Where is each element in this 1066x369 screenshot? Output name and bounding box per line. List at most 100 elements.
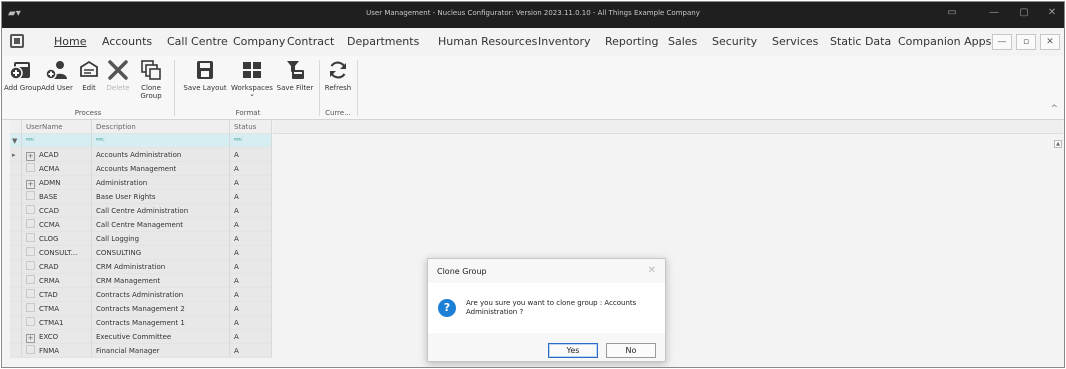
status-cell[interactable]: A <box>230 288 272 302</box>
username-cell[interactable]: + ACAD <box>22 148 92 162</box>
maximize-button[interactable]: ▢ <box>1014 7 1034 18</box>
status-cell[interactable]: A <box>230 330 272 344</box>
column-header-status[interactable]: Status <box>230 120 272 134</box>
table-row[interactable]: CRMA CRM Management A <box>10 274 272 288</box>
mdi-close-button[interactable]: ✕ <box>1040 34 1060 50</box>
description-cell[interactable]: Base User Rights <box>92 190 230 204</box>
mdi-minimize-button[interactable]: — <box>992 34 1012 50</box>
username-cell[interactable]: FNMA <box>22 344 92 358</box>
filter-status-input[interactable]: ᴿᴮᶜ <box>230 134 272 148</box>
filter-description-input[interactable]: ᴿᴮᶜ <box>92 134 230 148</box>
status-cell[interactable]: A <box>230 218 272 232</box>
username-cell[interactable]: + EXCO <box>22 330 92 344</box>
description-cell[interactable]: Contracts Management 2 <box>92 302 230 316</box>
menu-departments[interactable]: Departments <box>347 35 419 48</box>
collapse-ribbon-icon[interactable]: ^ <box>1050 104 1058 114</box>
column-header-username[interactable]: UserName <box>22 120 92 134</box>
description-cell[interactable]: CRM Management <box>92 274 230 288</box>
description-cell[interactable]: Contracts Management 1 <box>92 316 230 330</box>
restore-layout-icon[interactable]: ▭ <box>942 7 962 18</box>
refresh-button[interactable]: Refresh <box>322 58 354 102</box>
close-button[interactable]: ✕ <box>1042 7 1062 18</box>
username-cell[interactable]: CLOG <box>22 232 92 246</box>
status-cell[interactable]: A <box>230 162 272 176</box>
menu-inventory[interactable]: Inventory <box>538 35 591 48</box>
description-cell[interactable]: Call Logging <box>92 232 230 246</box>
add-user-button[interactable]: Add User <box>40 58 74 102</box>
add-group-button[interactable]: Add Group <box>4 58 41 102</box>
status-cell[interactable]: A <box>230 316 272 330</box>
column-header-description[interactable]: Description <box>92 120 230 134</box>
table-row[interactable]: CCAD Call Centre Administration A <box>10 204 272 218</box>
username-cell[interactable]: CTAD <box>22 288 92 302</box>
username-cell[interactable]: ACMA <box>22 162 92 176</box>
menu-companion-apps[interactable]: Companion Apps <box>898 35 991 48</box>
username-cell[interactable]: CRAD <box>22 260 92 274</box>
table-row[interactable]: CCMA Call Centre Management A <box>10 218 272 232</box>
description-cell[interactable]: Accounts Administration <box>92 148 230 162</box>
menu-security[interactable]: Security <box>712 35 757 48</box>
table-row[interactable]: ▸ + ACAD Accounts Administration A <box>10 148 272 162</box>
minimize-button[interactable]: — <box>984 7 1004 18</box>
status-cell[interactable]: A <box>230 232 272 246</box>
yes-button[interactable]: Yes <box>548 343 598 358</box>
username-cell[interactable]: CCAD <box>22 204 92 218</box>
table-row[interactable]: CLOG Call Logging A <box>10 232 272 246</box>
username-cell[interactable]: CCMA <box>22 218 92 232</box>
menu-services[interactable]: Services <box>772 35 818 48</box>
filter-username-input[interactable]: ᴿᴮᶜ <box>22 134 92 148</box>
description-cell[interactable]: Financial Manager <box>92 344 230 358</box>
status-cell[interactable]: A <box>230 204 272 218</box>
workspaces-dropdown[interactable]: Workspaces ⌄ <box>231 58 273 102</box>
app-menu-icon[interactable] <box>10 34 24 48</box>
username-cell[interactable]: + ADMN <box>22 176 92 190</box>
menu-reporting[interactable]: Reporting <box>605 35 658 48</box>
status-cell[interactable]: A <box>230 190 272 204</box>
description-cell[interactable]: Call Centre Management <box>92 218 230 232</box>
scroll-up-icon[interactable]: ▲ <box>1054 140 1062 148</box>
menu-contract[interactable]: Contract <box>287 35 334 48</box>
menu-accounts[interactable]: Accounts <box>102 35 152 48</box>
expand-icon[interactable]: + <box>26 334 35 343</box>
save-filter-button[interactable]: Save Filter <box>275 58 315 102</box>
description-cell[interactable]: Accounts Management <box>92 162 230 176</box>
description-cell[interactable]: CRM Administration <box>92 260 230 274</box>
menu-static-data[interactable]: Static Data <box>830 35 891 48</box>
table-row[interactable]: BASE Base User Rights A <box>10 190 272 204</box>
expand-icon[interactable]: + <box>26 152 35 161</box>
status-cell[interactable]: A <box>230 176 272 190</box>
table-row[interactable]: CRAD CRM Administration A <box>10 260 272 274</box>
table-row[interactable]: + EXCO Executive Committee A <box>10 330 272 344</box>
status-cell[interactable]: A <box>230 260 272 274</box>
menu-home[interactable]: Home <box>54 35 86 48</box>
menu-company[interactable]: Company <box>233 35 285 48</box>
username-cell[interactable]: BASE <box>22 190 92 204</box>
dialog-close-icon[interactable]: ✕ <box>648 265 656 276</box>
clone-group-button[interactable]: Clone Group <box>136 58 166 102</box>
status-cell[interactable]: A <box>230 302 272 316</box>
expand-icon[interactable]: + <box>26 180 35 189</box>
description-cell[interactable]: Contracts Administration <box>92 288 230 302</box>
table-row[interactable]: + ADMN Administration A <box>10 176 272 190</box>
username-cell[interactable]: CRMA <box>22 274 92 288</box>
table-row[interactable]: CTAD Contracts Administration A <box>10 288 272 302</box>
save-layout-button[interactable]: Save Layout <box>182 58 228 102</box>
no-button[interactable]: No <box>606 343 656 358</box>
mdi-restore-button[interactable]: ▫ <box>1016 34 1036 50</box>
status-cell[interactable]: A <box>230 344 272 358</box>
edit-button[interactable]: Edit <box>76 58 102 102</box>
description-cell[interactable]: CONSULTING <box>92 246 230 260</box>
description-cell[interactable]: Executive Committee <box>92 330 230 344</box>
table-row[interactable]: CTMA Contracts Management 2A <box>10 302 272 316</box>
table-row[interactable]: CTMA1 Contracts Management 1A <box>10 316 272 330</box>
username-cell[interactable]: CONSULT... <box>22 246 92 260</box>
status-cell[interactable]: A <box>230 246 272 260</box>
username-cell[interactable]: CTMA1 <box>22 316 92 330</box>
menu-human-resources[interactable]: Human Resources <box>438 35 537 48</box>
username-cell[interactable]: CTMA <box>22 302 92 316</box>
description-cell[interactable]: Administration <box>92 176 230 190</box>
status-cell[interactable]: A <box>230 274 272 288</box>
table-row[interactable]: CONSULT... CONSULTING A <box>10 246 272 260</box>
description-cell[interactable]: Call Centre Administration <box>92 204 230 218</box>
menu-call-centre[interactable]: Call Centre <box>167 35 228 48</box>
